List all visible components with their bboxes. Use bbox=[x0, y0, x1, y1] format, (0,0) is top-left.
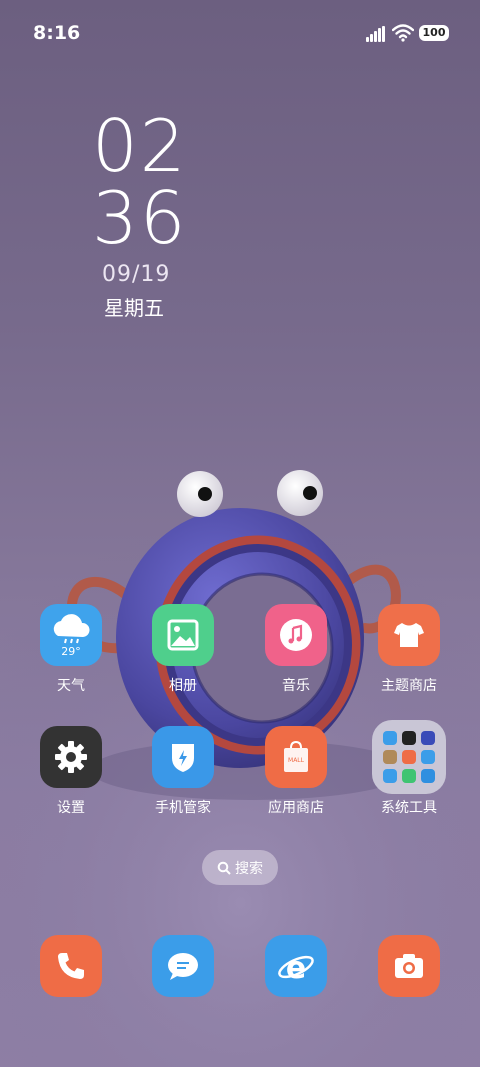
phone-icon bbox=[40, 935, 102, 997]
security-icon bbox=[152, 726, 214, 788]
gallery-icon bbox=[152, 604, 214, 666]
browser-icon: e bbox=[265, 935, 327, 997]
settings-icon bbox=[40, 726, 102, 788]
app-settings[interactable]: 设置 bbox=[26, 726, 116, 817]
theme-store-icon bbox=[378, 604, 440, 666]
clock-weekday: 星期五 bbox=[104, 296, 164, 320]
folder-icon bbox=[372, 720, 446, 794]
search-icon bbox=[217, 861, 231, 875]
dock-browser[interactable]: e bbox=[251, 935, 341, 997]
app-music[interactable]: 音乐 bbox=[251, 604, 341, 695]
app-label: 应用商店 bbox=[268, 800, 324, 816]
wallpaper bbox=[0, 470, 480, 1067]
app-label: 设置 bbox=[57, 800, 85, 816]
folder-system-tools[interactable]: 系统工具 bbox=[364, 720, 454, 817]
app-gallery[interactable]: 相册 bbox=[138, 604, 228, 695]
search-button[interactable]: 搜索 bbox=[202, 850, 278, 885]
status-time: 8:16 bbox=[33, 22, 81, 44]
clock-date: 09/19 bbox=[102, 262, 171, 287]
dock-camera[interactable] bbox=[364, 935, 454, 997]
status-bar: 8:16 100 bbox=[0, 0, 480, 66]
app-label: 音乐 bbox=[282, 678, 310, 694]
music-icon bbox=[265, 604, 327, 666]
messages-icon bbox=[152, 935, 214, 997]
app-weather[interactable]: 29° 天气 bbox=[26, 604, 116, 695]
battery-icon: 100 bbox=[419, 25, 449, 41]
signal-icon bbox=[366, 26, 388, 42]
search-label: 搜索 bbox=[235, 860, 263, 877]
dock-phone[interactable] bbox=[26, 935, 116, 997]
app-theme-store[interactable]: 主题商店 bbox=[364, 604, 454, 695]
bag-label: MALL bbox=[288, 757, 304, 764]
camera-icon bbox=[378, 935, 440, 997]
app-store-icon: MALL bbox=[265, 726, 327, 788]
app-label: 天气 bbox=[57, 678, 85, 694]
app-label: 系统工具 bbox=[381, 800, 437, 816]
app-security[interactable]: 手机管家 bbox=[138, 726, 228, 817]
weather-icon: 29° bbox=[40, 604, 102, 666]
app-label: 相册 bbox=[169, 678, 197, 694]
app-label: 手机管家 bbox=[155, 800, 211, 816]
wifi-icon bbox=[392, 24, 414, 42]
dock-messages[interactable] bbox=[138, 935, 228, 997]
app-app-store[interactable]: MALL 应用商店 bbox=[251, 726, 341, 817]
clock-minute: 36 bbox=[92, 176, 188, 260]
clock-hour: 02 bbox=[92, 104, 188, 188]
weather-temp: 29° bbox=[61, 645, 81, 658]
app-label: 主题商店 bbox=[381, 678, 437, 694]
